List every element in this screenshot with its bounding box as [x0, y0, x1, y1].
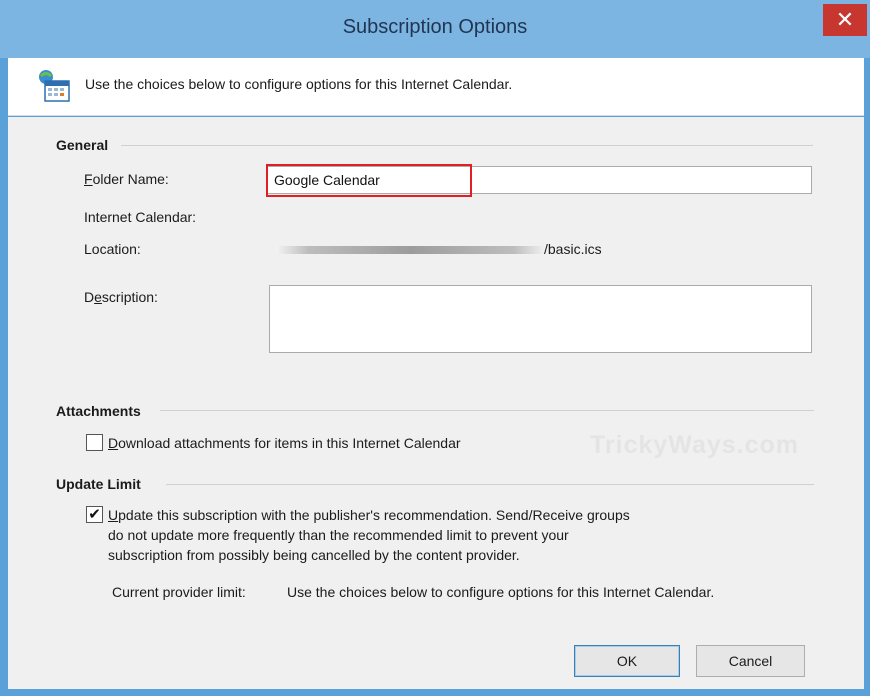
title-bar: Subscription Options ✕ [0, 0, 870, 58]
location-redacted [276, 246, 546, 254]
close-button[interactable]: ✕ [823, 4, 867, 36]
folder-name-label: Folder Name: [84, 171, 169, 187]
update-limit-section-title: Update Limit [56, 476, 141, 492]
subscription-options-dialog: Subscription Options ✕ Use the choices b… [0, 0, 870, 696]
calendar-icon [39, 70, 70, 102]
watermark: TrickyWays.com [590, 431, 800, 459]
general-section-title: General [56, 137, 109, 153]
dialog-body: General Folder Name: Google Calendar Int… [8, 117, 864, 689]
current-provider-limit-value: Use the choices below to configure optio… [287, 584, 715, 600]
attachments-section-divider [160, 410, 814, 411]
update-subscription-label[interactable]: Update this subscription with the publis… [108, 505, 630, 525]
dialog-title: Subscription Options [342, 16, 528, 38]
update-subscription-line-2: do not update more frequently than the r… [108, 527, 569, 543]
location-label: Location: [84, 241, 141, 257]
folder-name-highlight [266, 164, 472, 197]
cancel-button[interactable]: Cancel [696, 645, 805, 677]
description-input[interactable] [269, 285, 812, 353]
location-value: /basic.ics [544, 241, 602, 257]
internet-calendar-label: Internet Calendar: [84, 209, 197, 225]
update-limit-section-divider [166, 484, 814, 485]
header-band: Use the choices below to configure optio… [8, 58, 864, 116]
description-label: Description: [84, 289, 158, 305]
close-icon: ✕ [835, 7, 855, 32]
current-provider-limit-label: Current provider limit: [112, 584, 246, 600]
download-attachments-label[interactable]: Download attachments for items in this I… [108, 435, 461, 451]
download-attachments-checkbox[interactable] [86, 434, 103, 451]
attachments-section-title: Attachments [56, 403, 141, 419]
header-description: Use the choices below to configure optio… [85, 76, 513, 92]
update-subscription-line-3: subscription from possibly being cancell… [108, 547, 520, 563]
update-subscription-checkbox[interactable]: ✔ [86, 506, 103, 523]
checkmark-icon: ✔ [88, 506, 101, 523]
ok-button[interactable]: OK [574, 645, 680, 677]
general-section-divider [121, 145, 813, 146]
